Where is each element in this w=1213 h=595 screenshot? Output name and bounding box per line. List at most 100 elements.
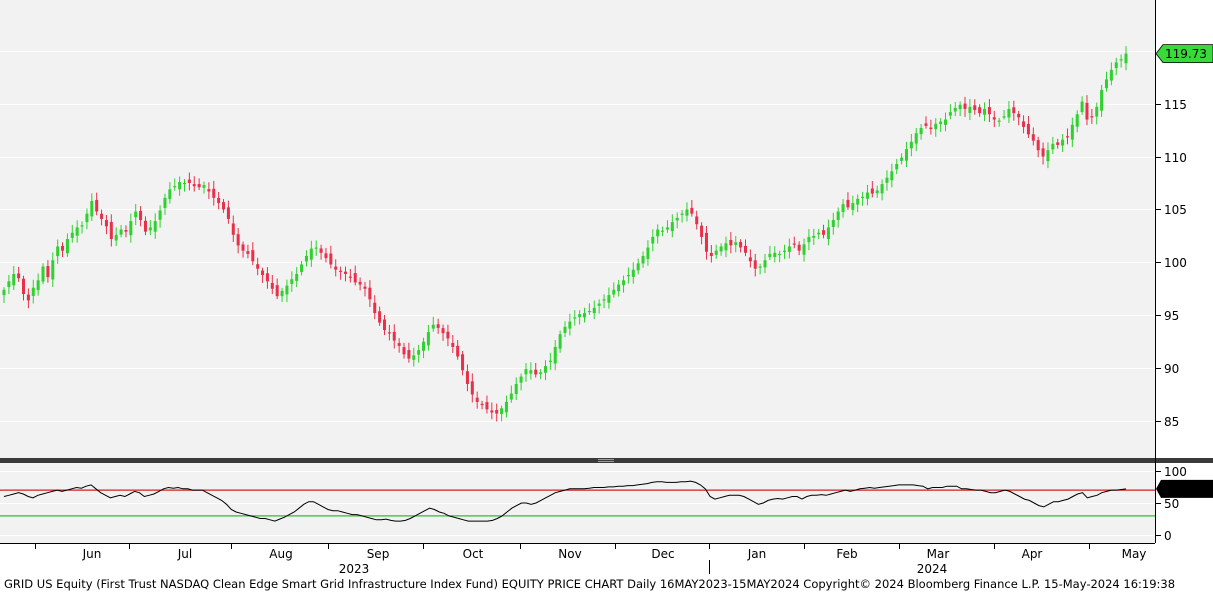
candle-body [578, 314, 582, 318]
candle-body [987, 107, 991, 115]
candle-body [373, 302, 377, 314]
candle-body [714, 250, 718, 255]
candle-body [422, 341, 426, 351]
candle-body [163, 197, 167, 208]
price-tick-label: 90 [1164, 362, 1179, 376]
candle-body [490, 410, 494, 413]
candle-body [246, 251, 250, 254]
x-month-label: Nov [558, 547, 581, 561]
rsi-tick-label: 0 [1164, 529, 1172, 543]
candle-body [709, 252, 713, 256]
candle-body [363, 286, 367, 289]
price-panel-background [0, 0, 1155, 458]
candle-body [514, 383, 518, 394]
candle-body [929, 127, 933, 130]
candle-body [1065, 136, 1069, 138]
candle-body [534, 369, 538, 375]
candle-body [997, 120, 1001, 122]
last-price-badge: 119.73 [1155, 44, 1213, 64]
candle-body [870, 188, 874, 194]
candle-body [817, 232, 821, 235]
panel-separator[interactable] [0, 458, 1213, 463]
candle-body [104, 220, 108, 227]
candle-body [1056, 142, 1060, 145]
price-tick-label: 115 [1164, 98, 1187, 112]
candle-body [500, 408, 504, 415]
candle-body [426, 332, 430, 346]
candle-body [568, 321, 572, 329]
candle-body [826, 227, 830, 240]
candle-body [339, 270, 343, 272]
candle-body [636, 263, 640, 271]
candle-body [2, 289, 6, 296]
candle-body [90, 200, 94, 217]
candle-body [139, 210, 143, 221]
candle-body [617, 284, 621, 292]
candle-body [143, 220, 147, 232]
candle-body [1124, 53, 1128, 64]
candle-body [1022, 121, 1026, 127]
candle-body [197, 184, 201, 188]
candle-body [256, 264, 260, 269]
candle-body [348, 276, 352, 278]
candle-body [695, 216, 699, 225]
candle-body [1046, 150, 1050, 162]
candle-body [451, 342, 455, 347]
candle-body [61, 245, 65, 251]
candle-body [7, 281, 11, 288]
candle-body [343, 271, 347, 274]
candle-body [573, 317, 577, 319]
candle-body [773, 252, 777, 258]
candle-body [17, 273, 21, 279]
candle-body [397, 343, 401, 346]
candle-body [85, 213, 89, 223]
candle-body [519, 376, 523, 383]
candle-body [109, 221, 113, 240]
candle-body [51, 260, 55, 280]
candle-body [641, 255, 645, 264]
x-month-label: Apr [1022, 547, 1043, 561]
candle-body [114, 234, 118, 241]
candle-body [1090, 116, 1094, 118]
candle-body [734, 242, 738, 246]
candle-body [743, 245, 748, 253]
candle-body [895, 163, 899, 170]
candle-body [729, 239, 733, 246]
candle-body [290, 279, 294, 285]
candle-body [787, 246, 791, 252]
candle-body [119, 229, 123, 235]
candle-body [680, 213, 684, 215]
candle-body [763, 260, 767, 268]
candle-body [1007, 108, 1011, 118]
candle-body [261, 270, 265, 276]
candle-body [134, 211, 138, 218]
candle-body [685, 209, 689, 216]
candle-body [797, 244, 801, 251]
candle-body [1114, 62, 1118, 69]
x-month-label: Jan [747, 547, 767, 561]
x-month-label: Aug [269, 547, 292, 561]
candle-body [226, 207, 230, 219]
candle-body [822, 230, 826, 235]
candle-body [1061, 139, 1065, 146]
candle-body [1109, 69, 1113, 81]
candle-body [222, 202, 226, 210]
candle-body [1080, 101, 1084, 113]
candle-body [622, 280, 626, 286]
candle-body [665, 227, 669, 230]
candle-body [978, 107, 982, 114]
candle-body [295, 273, 299, 281]
candle-body [1085, 102, 1089, 120]
candle-body [153, 221, 157, 232]
candle-body [207, 189, 211, 192]
candle-body [148, 227, 152, 231]
candle-body [202, 185, 206, 188]
candle-body [626, 275, 630, 277]
candle-body [958, 104, 962, 110]
candle-body [412, 355, 416, 360]
candle-body [953, 107, 957, 112]
candle-body [309, 248, 313, 260]
candle-body [431, 324, 435, 329]
last-price-value: 119.73 [1165, 47, 1207, 61]
candle-body [880, 184, 884, 194]
